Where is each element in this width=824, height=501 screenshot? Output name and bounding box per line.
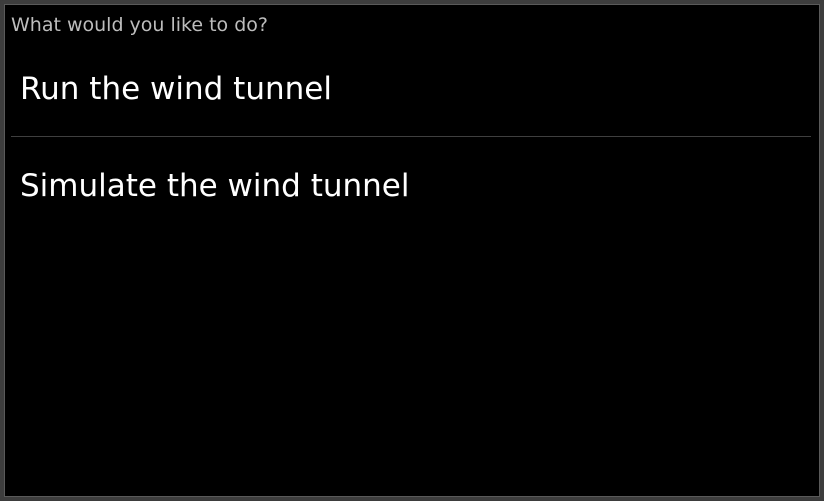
dialog-title: What would you like to do? xyxy=(11,14,268,36)
choice-dialog: What would you like to do? Run the wind … xyxy=(0,0,824,501)
option-run-wind-tunnel[interactable]: Run the wind tunnel xyxy=(11,42,811,137)
option-list: Run the wind tunnel Simulate the wind tu… xyxy=(11,42,811,235)
option-simulate-wind-tunnel[interactable]: Simulate the wind tunnel xyxy=(11,137,811,235)
